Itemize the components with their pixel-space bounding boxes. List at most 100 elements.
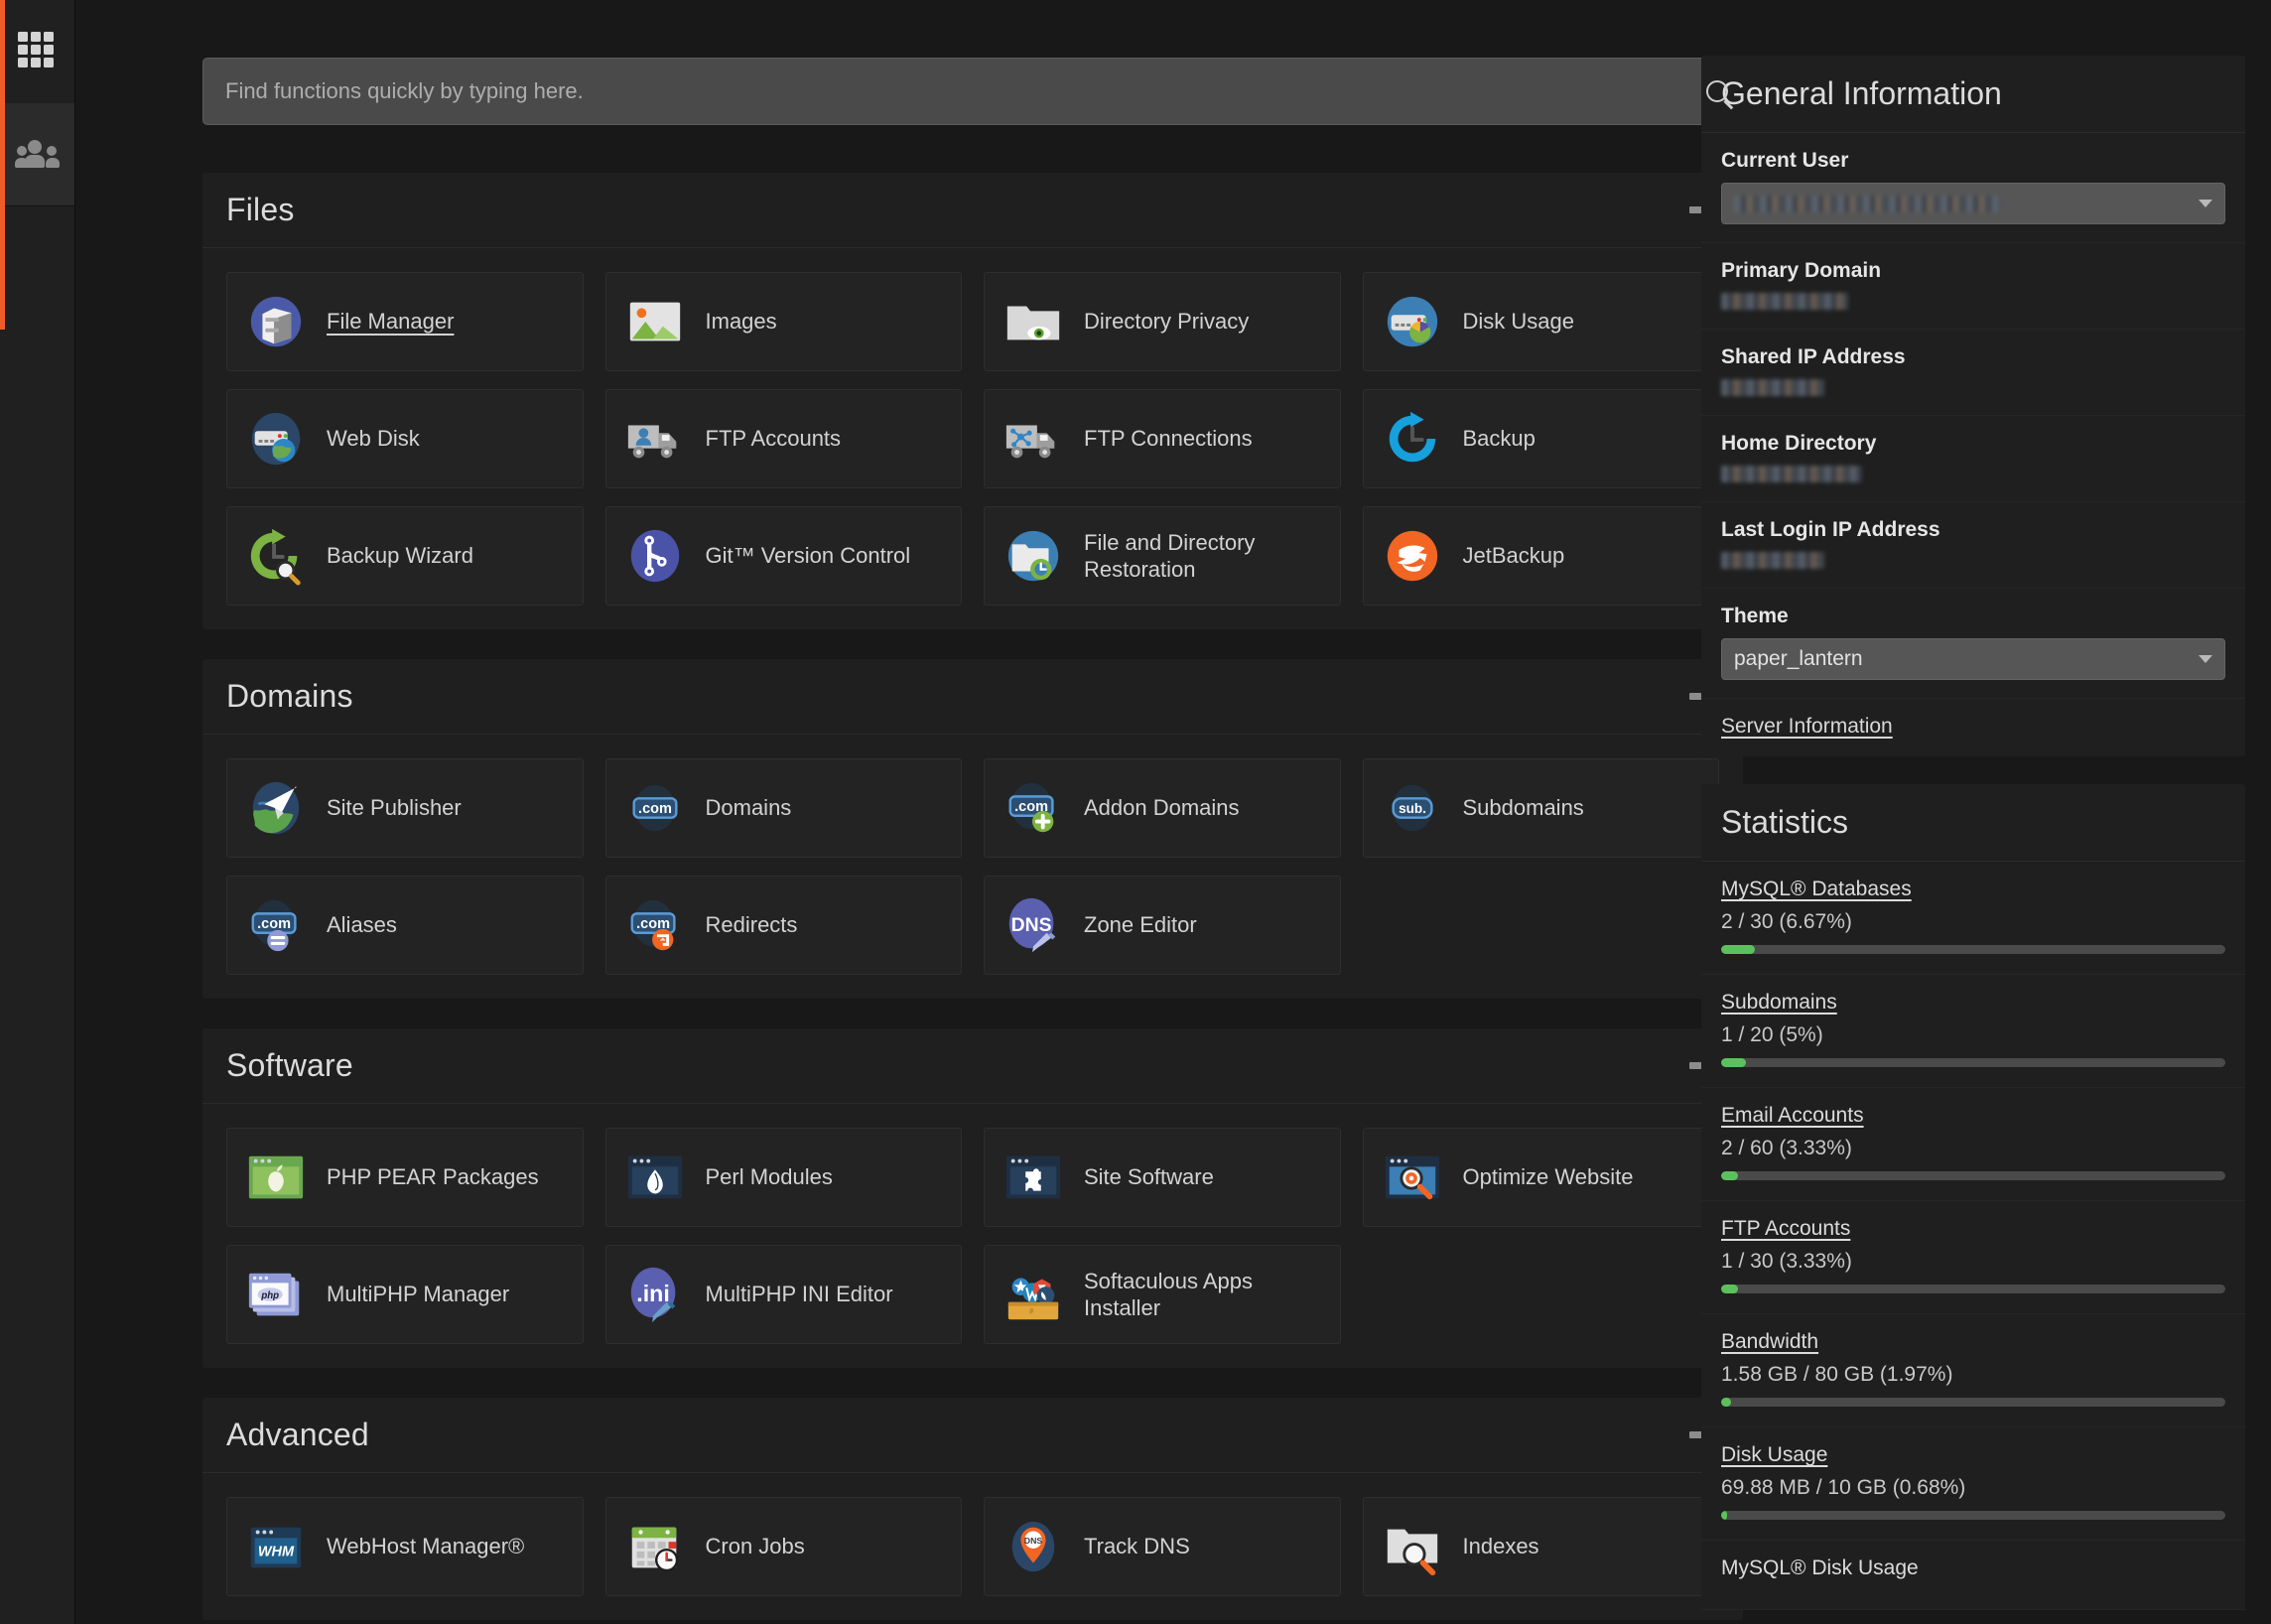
tile-subdomains[interactable]: sub. Subdomains: [1362, 758, 1719, 858]
tile-redirects[interactable]: .com Redirects: [604, 876, 962, 975]
tile-site-software[interactable]: Site Software: [984, 1128, 1341, 1227]
statistic-link[interactable]: Bandwidth: [1721, 1330, 1818, 1354]
tile-perl-modules[interactable]: Perl Modules: [604, 1128, 962, 1227]
tile-cron-jobs[interactable]: Cron Jobs: [604, 1497, 962, 1596]
redacted-value: [1721, 466, 1862, 483]
tile-addon-domains[interactable]: .com Addon Domains: [984, 758, 1341, 858]
svg-text:WHM: WHM: [258, 1545, 295, 1560]
statistic-value: 1 / 30 (3.33%): [1721, 1250, 1852, 1273]
tile-softaculous-apps-installer[interactable]: Softaculous Apps Installer: [984, 1245, 1341, 1344]
tile-label: Perl Modules: [705, 1164, 833, 1190]
tile-label: Backup Wizard: [327, 543, 473, 569]
svg-text:php: php: [260, 1290, 279, 1301]
left-rail: [0, 0, 75, 1624]
statistic-link[interactable]: Email Accounts: [1721, 1104, 1864, 1128]
tile-images[interactable]: Images: [604, 272, 962, 371]
search-icon[interactable]: [1706, 80, 1728, 102]
tile-multiphp-manager[interactable]: php MultiPHP Manager: [226, 1245, 584, 1344]
statistic-link[interactable]: FTP Accounts: [1721, 1217, 1850, 1241]
main-content: Files File Manager Images Directory Priv…: [75, 0, 2271, 1624]
theme-select[interactable]: paper_lantern: [1721, 638, 2225, 680]
redacted-value: [1721, 552, 1824, 570]
general-info-label: Primary Domain: [1721, 259, 1882, 282]
current-user-select[interactable]: [1721, 183, 2225, 224]
tile-label: Backup: [1462, 426, 1536, 452]
right-column: General Information Current User Primary…: [1683, 0, 2271, 1624]
center-column: Files File Manager Images Directory Priv…: [75, 0, 1751, 1624]
tile-ftp-connections[interactable]: FTP Connections: [984, 389, 1341, 488]
statistic-link[interactable]: Subdomains: [1721, 991, 1837, 1015]
tile-site-publisher[interactable]: Site Publisher: [226, 758, 584, 858]
tile-multiphp-ini-editor[interactable]: .ini MultiPHP INI Editor: [604, 1245, 962, 1344]
tile-file-manager[interactable]: File Manager: [226, 272, 584, 371]
tile-webhost-manager[interactable]: WHM WebHost Manager®: [226, 1497, 584, 1596]
server-information-link[interactable]: Server Information: [1721, 715, 1893, 738]
folder-magnifier-icon: [1382, 1516, 1443, 1577]
section-advanced: Advanced WHM WebHost Manager® Cron Jobs …: [202, 1398, 1743, 1620]
calendar-clock-icon: [624, 1516, 686, 1577]
tile-label: Redirects: [705, 912, 798, 938]
statistic-value: 69.88 MB / 10 GB (0.68%): [1721, 1476, 1966, 1499]
statistic-link[interactable]: Disk Usage: [1721, 1443, 1827, 1467]
tile-web-disk[interactable]: Web Disk: [226, 389, 584, 488]
tile-grid: File Manager Images Directory Privacy Di…: [202, 248, 1743, 629]
tile-label: Indexes: [1462, 1534, 1539, 1559]
general-info-row: Last Login IP Address: [1701, 502, 2245, 589]
general-information-header: General Information: [1701, 56, 2245, 133]
tile-label: Optimize Website: [1462, 1164, 1634, 1190]
tile-disk-usage[interactable]: Disk Usage: [1362, 272, 1719, 371]
tile-jetbackup[interactable]: JetBackup: [1362, 506, 1719, 606]
folder-restore-icon: [1002, 525, 1064, 587]
rail-users-button[interactable]: [0, 103, 74, 206]
svg-text:DNS: DNS: [1024, 1536, 1043, 1546]
tile-label: File Manager: [327, 309, 455, 335]
tile-grid: Site Publisher .com Domains .com Addon D…: [202, 735, 1743, 999]
tile-backup[interactable]: Backup: [1362, 389, 1719, 488]
statistic-progress-bar: [1721, 1171, 2225, 1180]
puzzle-window-icon: [1002, 1147, 1064, 1208]
chevron-down-icon: [2199, 655, 2212, 663]
search-input[interactable]: [225, 78, 1706, 104]
tile-zone-editor[interactable]: DNS Zone Editor: [984, 876, 1341, 975]
general-info-row: Primary Domain: [1701, 243, 2245, 330]
tile-git-version-control[interactable]: Git™ Version Control: [604, 506, 962, 606]
statistic-row: Bandwidth 1.58 GB / 80 GB (1.97%): [1701, 1314, 2245, 1427]
statistic-link[interactable]: MySQL® Databases: [1721, 878, 1912, 901]
tile-php-pear-packages[interactable]: PHP PEAR Packages: [226, 1128, 584, 1227]
redacted-value: [1721, 379, 1824, 397]
statistics-panel: Statistics MySQL® Databases 2 / 30 (6.67%…: [1701, 784, 2245, 1610]
tile-label: Disk Usage: [1462, 309, 1574, 335]
search-bar[interactable]: [202, 58, 1751, 125]
statistic-progress-bar: [1721, 1058, 2225, 1067]
tile-label: Zone Editor: [1084, 912, 1197, 938]
tile-indexes[interactable]: Indexes: [1362, 1497, 1719, 1596]
tile-file-and-directory-restoration[interactable]: File and Directory Restoration: [984, 506, 1341, 606]
tile-optimize-website[interactable]: Optimize Website: [1362, 1128, 1719, 1227]
truck-person-icon: [624, 408, 686, 470]
statistic-row: FTP Accounts 1 / 30 (3.33%): [1701, 1201, 2245, 1314]
softaculous-box-icon: [1002, 1264, 1064, 1325]
tile-directory-privacy[interactable]: Directory Privacy: [984, 272, 1341, 371]
rail-apps-button[interactable]: [0, 0, 74, 103]
backup-clock-arrow-icon: [1382, 408, 1443, 470]
general-information-rows: Current User Primary Domain Shared IP Add…: [1701, 133, 2245, 699]
tile-label: FTP Accounts: [705, 426, 842, 452]
tile-ftp-accounts[interactable]: FTP Accounts: [604, 389, 962, 488]
tile-label: Aliases: [327, 912, 397, 938]
tile-label: Subdomains: [1462, 795, 1584, 821]
tile-domains[interactable]: .com Domains: [604, 758, 962, 858]
tile-label: Images: [705, 309, 777, 335]
tile-label: File and Directory Restoration: [1084, 529, 1256, 583]
sections-host: Files File Manager Images Directory Priv…: [202, 173, 1743, 1620]
users-icon: [14, 139, 61, 170]
file-cabinet-icon: [245, 291, 307, 352]
dotcom-icon: .com: [624, 777, 686, 839]
tile-track-dns[interactable]: DNS Track DNS: [984, 1497, 1341, 1596]
tile-backup-wizard[interactable]: Backup Wizard: [226, 506, 584, 606]
svg-text:.ini: .ini: [636, 1281, 670, 1306]
tile-label: Git™ Version Control: [705, 543, 911, 569]
tile-aliases[interactable]: .com Aliases: [226, 876, 584, 975]
section-title: Advanced: [226, 1417, 369, 1452]
tile-label: Cron Jobs: [705, 1534, 805, 1559]
statistic-progress-bar: [1721, 1398, 2225, 1407]
